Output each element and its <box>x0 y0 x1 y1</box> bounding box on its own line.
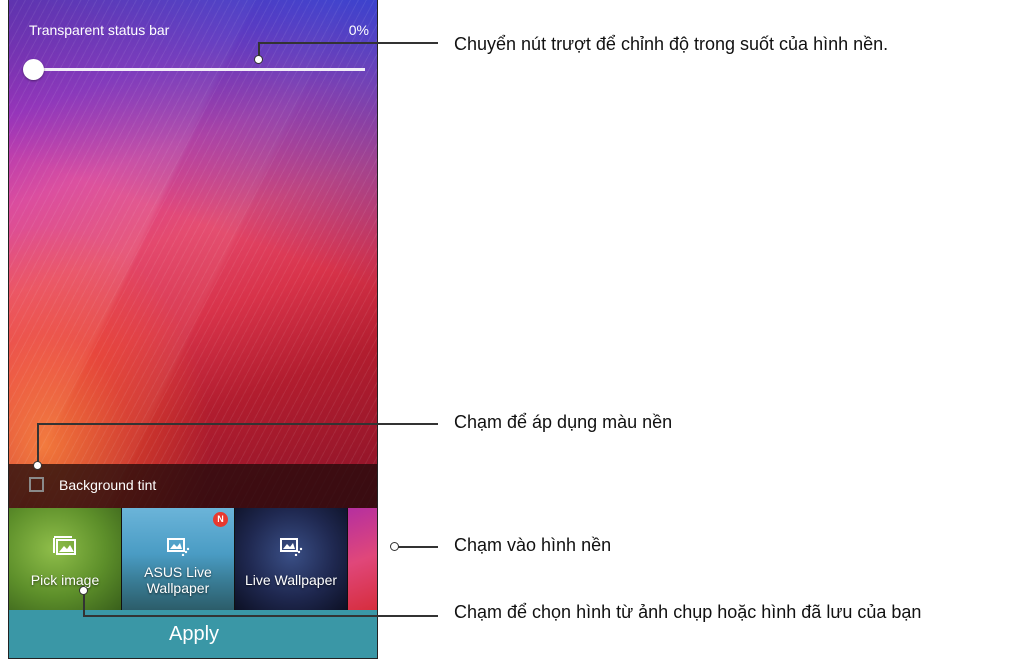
callout-tint-text: Chạm để áp dụng màu nền <box>454 412 673 432</box>
callout-line <box>37 423 39 463</box>
transparency-slider-thumb[interactable] <box>23 59 44 80</box>
live-wallpaper-tile[interactable]: Live Wallpaper <box>235 508 347 610</box>
transparency-slider-track[interactable] <box>31 68 365 71</box>
callout-line <box>37 423 438 425</box>
callout-slider-text: Chuyển nút trượt để chỉnh độ trong suốt … <box>454 34 889 54</box>
new-badge: N <box>213 512 228 527</box>
apply-button[interactable]: Apply <box>9 610 377 658</box>
pick-image-label: Pick image <box>30 572 100 588</box>
callout-dot <box>254 55 263 64</box>
wallpaper-preview <box>9 0 377 508</box>
wallpaper-thumbnail-strip: Pick image N ASUS Live Wallpaper Live Wa… <box>9 508 377 610</box>
background-tint-checkbox[interactable] <box>29 477 44 492</box>
callout-line <box>83 615 438 617</box>
callout-dot <box>33 461 42 470</box>
live-wallpaper-icon <box>167 538 190 556</box>
wallpaper-thumbnail[interactable] <box>348 508 377 610</box>
live-wallpaper-icon <box>280 538 303 556</box>
asus-live-wallpaper-tile[interactable]: N ASUS Live Wallpaper <box>122 508 234 610</box>
phone-screen: Transparent status bar 0% Background tin… <box>8 0 378 659</box>
asus-live-wallpaper-label: ASUS Live Wallpaper <box>144 564 212 596</box>
background-tint-row[interactable]: Background tint <box>9 464 377 508</box>
callout-dot <box>79 586 88 595</box>
callout-line <box>395 546 438 548</box>
live-wallpaper-label: Live Wallpaper <box>244 572 338 588</box>
image-gallery-icon <box>53 536 76 555</box>
callout-pick-image-text: Chạm để chọn hình từ ảnh chụp hoặc hình … <box>454 602 922 622</box>
status-bar-label: Transparent status bar <box>29 22 170 38</box>
transparent-status-bar-row: Transparent status bar 0% <box>9 22 377 42</box>
callout-dot <box>390 542 399 551</box>
callout-line <box>258 42 438 44</box>
status-bar-value: 0% <box>348 22 369 38</box>
pick-image-tile[interactable]: Pick image <box>9 508 121 610</box>
callout-wallpaper-text: Chạm vào hình nền <box>454 535 612 555</box>
background-tint-label: Background tint <box>59 477 157 493</box>
